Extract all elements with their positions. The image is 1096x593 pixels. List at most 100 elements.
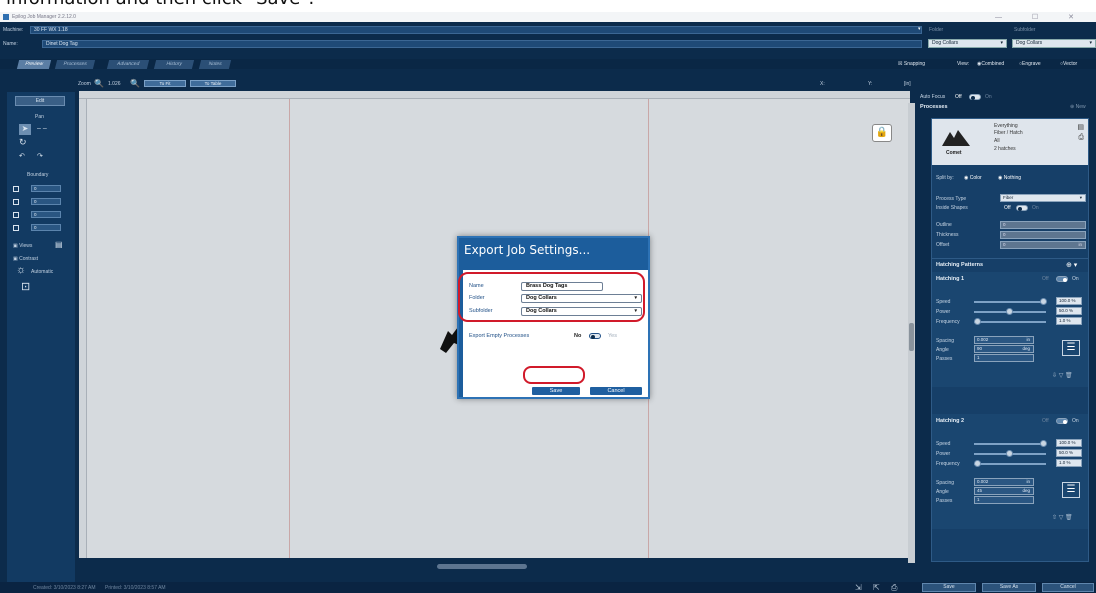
speed-slider-knob[interactable] — [1040, 298, 1047, 305]
speed-slider[interactable] — [974, 443, 1046, 445]
zoom-out-icon[interactable]: 🔍 — [94, 79, 104, 88]
angle-input[interactable]: 45 deg — [974, 487, 1034, 495]
spacing-input[interactable]: 0.002 in — [974, 478, 1034, 486]
power-input[interactable]: 50.0 % — [1056, 449, 1082, 457]
speed-slider-knob[interactable] — [1040, 440, 1047, 447]
pointer-icon[interactable]: ➤ — [19, 124, 31, 135]
tab-advanced[interactable]: Advanced — [106, 60, 150, 69]
snapping-checkbox[interactable]: ☒ Snapping — [898, 61, 925, 67]
zoom-in-icon[interactable]: 🔍 — [130, 79, 140, 88]
camera-icon[interactable]: ⊡ — [21, 282, 30, 293]
outline-input[interactable]: 0 — [1000, 221, 1086, 229]
boundary-right-input[interactable]: 0 — [31, 224, 61, 231]
dialog-save-button[interactable]: Save — [531, 386, 581, 396]
tab-notes[interactable]: Notes — [198, 60, 232, 69]
power-input[interactable]: 50.0 % — [1056, 307, 1082, 315]
printed-timestamp: Printed: 3/10/2023 8:57 AM — [105, 585, 166, 591]
window-controls[interactable]: — ☐ ✕ — [995, 13, 1088, 21]
speed-input[interactable]: 100.0 % — [1056, 297, 1082, 305]
brightness-icon[interactable]: ☼ — [16, 265, 26, 276]
subfolder-select[interactable]: Dog Collars ▾ — [1012, 39, 1096, 48]
vertical-scrollbar[interactable] — [908, 103, 915, 570]
boundary-left-input[interactable]: 0 — [31, 211, 61, 218]
hatch-pattern-icon[interactable]: ☰ — [1062, 482, 1080, 498]
view-engrave-radio[interactable]: ○Engrave — [1019, 61, 1041, 67]
spacing-label: Spacing — [936, 480, 955, 486]
new-process-button[interactable]: ⊕ New — [1070, 104, 1086, 110]
inside-shapes-toggle[interactable] — [1016, 205, 1028, 211]
dialog-cancel-button[interactable]: Cancel — [589, 386, 643, 396]
frequency-input[interactable]: 1.0 % — [1056, 459, 1082, 467]
open-icon[interactable]: ⇱ — [873, 583, 880, 592]
hatch-pattern-icon[interactable]: ☰ — [1062, 340, 1080, 356]
hatch-actions-icon[interactable]: ⇩ ▽ 🗑 — [1052, 372, 1073, 379]
print-icon[interactable]: ⎙ — [891, 583, 897, 592]
add-hatch-icon[interactable]: ⊕ ▾ — [1066, 261, 1077, 269]
offset-input[interactable]: 0 in — [1000, 241, 1086, 249]
split-color-radio[interactable]: ◉ Color — [964, 175, 982, 181]
power-slider-knob[interactable] — [1006, 308, 1013, 315]
offset-value: 0 — [1003, 242, 1006, 247]
frequency-slider-knob[interactable] — [974, 318, 981, 325]
boundary-top-input[interactable]: 0 — [31, 185, 61, 192]
power-slider-knob[interactable] — [1006, 450, 1013, 457]
spacing-unit: in — [1026, 337, 1030, 342]
machine-select[interactable]: 30 FF WX 1.18 — [30, 26, 922, 34]
speed-slider[interactable] — [974, 301, 1046, 303]
views-checkbox[interactable]: ▣ Views — [13, 243, 32, 249]
machine-dropdown-icon[interactable]: ▾ — [918, 26, 921, 32]
boundary-bottom-input[interactable]: 0 — [31, 198, 61, 205]
rotate-icon[interactable]: ↻ — [19, 138, 27, 147]
frequency-slider-knob[interactable] — [974, 460, 981, 467]
undo-icon[interactable]: ↶ — [19, 152, 25, 161]
horizontal-scroll-thumb[interactable] — [437, 564, 527, 569]
save-as-button[interactable]: Save As — [982, 583, 1036, 592]
left-ruler — [79, 99, 87, 558]
pan-dashes-icon[interactable]: – – — [37, 124, 47, 133]
subfolder-label: Subfolder — [1014, 27, 1036, 33]
edit-button[interactable]: Edit — [15, 96, 65, 106]
views-icon[interactable]: ▤ — [55, 240, 63, 249]
process-type-select[interactable]: Fiber ▾ — [1000, 194, 1086, 202]
library-icon[interactable]: ▤ — [1077, 123, 1084, 131]
frequency-input[interactable]: 1.0 % — [1056, 317, 1082, 325]
logo-text: Comet — [946, 150, 962, 156]
spacing-input[interactable]: 0.002 in — [974, 336, 1034, 344]
cancel-button[interactable]: Cancel — [1042, 583, 1094, 592]
view-combined-radio[interactable]: ◉Combined — [977, 61, 1004, 67]
angle-input[interactable]: 90 deg — [974, 345, 1034, 353]
frequency-slider[interactable] — [974, 321, 1046, 323]
horizontal-scrollbar[interactable] — [87, 563, 917, 571]
thickness-input[interactable]: 0 — [1000, 231, 1086, 239]
tab-processes[interactable]: Processes — [54, 60, 96, 69]
job-name-field[interactable]: Dinet Dog Tag — [42, 40, 922, 48]
passes-input[interactable]: 1 — [974, 354, 1034, 362]
process-type-label: Process Type — [936, 196, 967, 202]
material-header[interactable]: Comet Everything Fiber / Hatch All 2 hat… — [932, 119, 1088, 165]
split-nothing-radio[interactable]: ◉ Nothing — [998, 175, 1021, 181]
contrast-checkbox[interactable]: ▣ Contrast — [13, 256, 38, 262]
view-vector-radio[interactable]: ○Vector — [1060, 61, 1077, 67]
redo-icon[interactable]: ↷ — [37, 152, 43, 161]
to-fit-button[interactable]: To Fit — [144, 80, 186, 87]
to-table-button[interactable]: To Table — [190, 80, 236, 87]
lock-icon[interactable]: 🔒 — [872, 124, 892, 142]
hatching-toggle[interactable] — [1056, 418, 1068, 424]
vertical-scroll-thumb[interactable] — [909, 323, 914, 351]
export-icon[interactable]: ⇲ — [855, 583, 862, 592]
tab-history[interactable]: History — [153, 60, 195, 69]
hatching-title: Hatching 1 — [936, 276, 965, 282]
passes-input[interactable]: 1 — [974, 496, 1034, 504]
speed-input[interactable]: 100.0 % — [1056, 439, 1082, 447]
print-icon[interactable]: ⎙ — [1078, 134, 1084, 142]
auto-focus-toggle[interactable] — [969, 94, 981, 100]
hatching-toggle[interactable] — [1056, 276, 1068, 282]
angle-label: Angle — [936, 489, 949, 495]
save-button[interactable]: Save — [922, 583, 976, 592]
frequency-slider[interactable] — [974, 463, 1046, 465]
app-logo-icon — [3, 14, 9, 20]
tab-preview[interactable]: Preview — [16, 60, 52, 69]
folder-select[interactable]: Dog Collars ▾ — [928, 39, 1007, 48]
export-empty-toggle[interactable] — [589, 333, 601, 339]
hatch-actions-icon[interactable]: ⇧ ▽ 🗑 — [1052, 514, 1073, 521]
